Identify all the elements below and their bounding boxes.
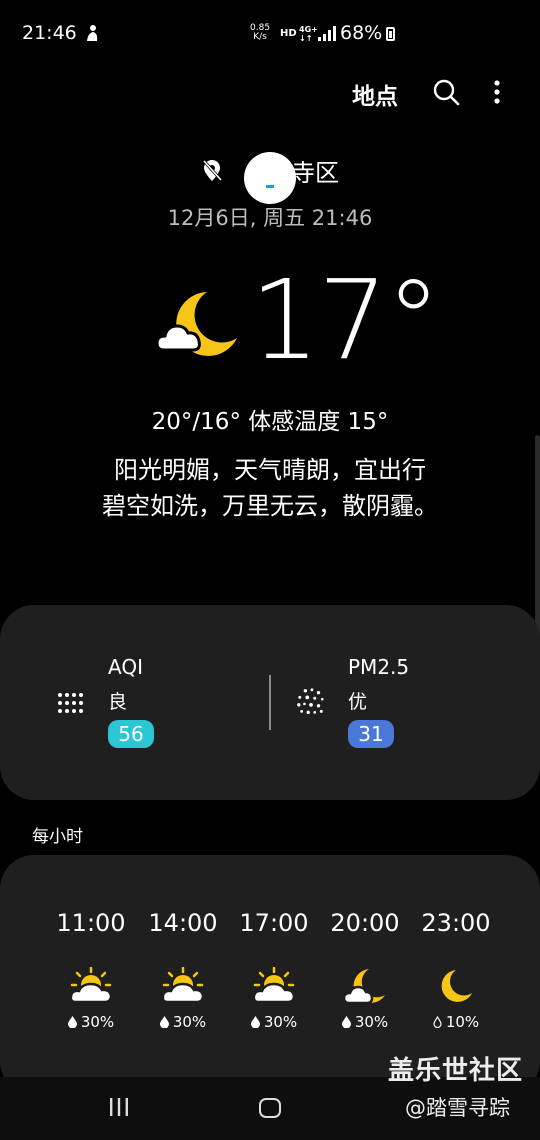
- hour-time: 17:00: [239, 909, 309, 937]
- raindrop-icon: [341, 1016, 351, 1028]
- cloudy-night-icon: [343, 969, 385, 1005]
- home-button[interactable]: [259, 1098, 281, 1118]
- hourly-item: 23:00 10%: [410, 909, 502, 1031]
- precip-row: 30%: [228, 1013, 320, 1031]
- hourly-item: 20:00 30%: [319, 909, 411, 1031]
- precip-row: 30%: [45, 1013, 137, 1031]
- hd-badge: HD: [280, 28, 297, 39]
- aqi-block: AQI 良 56: [108, 655, 154, 748]
- partly-cloudy-day-icon: [161, 967, 205, 1004]
- location-name: 寺区: [291, 159, 339, 187]
- cloudy-night-icon: [155, 292, 237, 356]
- precip-value: 30%: [80, 1013, 115, 1031]
- description-line-1: 阳光明媚，天气晴朗，宜出行: [114, 456, 426, 484]
- hour-time: 14:00: [148, 909, 218, 937]
- more-options-icon[interactable]: [490, 78, 504, 106]
- moon-icon: [441, 970, 472, 1002]
- watermark-title: 盖乐世社区: [388, 1056, 524, 1086]
- hour-time: 11:00: [56, 909, 126, 937]
- watermark-author: @踏雪寻踪: [405, 1096, 510, 1120]
- network-speed: 0.85 K/s: [250, 24, 270, 42]
- precip-value: 10%: [445, 1013, 480, 1031]
- location-datetime: 12月6日, 周五 21:46: [167, 206, 373, 230]
- temp-range-feels-like: 20°/16° 体感温度 15°: [151, 409, 389, 435]
- loading-indicator: [244, 152, 296, 204]
- pm25-particles-icon: [297, 688, 324, 714]
- aqi-dots-icon: [58, 693, 83, 713]
- weather-description: 阳光明媚，天气晴朗，宜出行 碧空如洗，万里无云，散阴霾。: [0, 452, 540, 524]
- precip-row: 30%: [319, 1013, 411, 1031]
- description-line-2: 碧空如洗，万里无云，散阴霾。: [102, 492, 438, 520]
- network-label: 4G+: [299, 25, 318, 34]
- hourly-item: 17:00 30%: [228, 909, 320, 1031]
- notification-icon: [86, 25, 97, 41]
- battery-percent: 68%: [340, 22, 383, 44]
- pm25-level: 优: [348, 691, 368, 713]
- precip-row: 10%: [410, 1013, 502, 1031]
- pm25-block: PM2.5 优 31: [348, 655, 409, 748]
- pm25-title: PM2.5: [348, 655, 410, 679]
- search-icon[interactable]: [432, 78, 460, 106]
- raindrop-icon: [250, 1016, 260, 1028]
- aqi-title: AQI: [108, 655, 143, 679]
- air-quality-card[interactable]: AQI 良 56 PM2.5 优 31: [0, 605, 540, 800]
- precip-value: 30%: [354, 1013, 389, 1031]
- speed-unit: K/s: [253, 32, 267, 42]
- current-temperature: 17°: [250, 256, 441, 384]
- aqi-level: 良: [108, 691, 128, 713]
- hour-time: 23:00: [421, 909, 491, 937]
- card-divider: [269, 675, 271, 730]
- hourly-section-label: 每小时: [32, 827, 83, 847]
- precip-row: 30%: [137, 1013, 229, 1031]
- signal-icon: [318, 26, 336, 41]
- hourly-item: 11:00 30%: [45, 909, 137, 1031]
- raindrop-outline-icon: [433, 1016, 442, 1028]
- precip-value: 30%: [172, 1013, 207, 1031]
- pm25-value-badge: 31: [348, 720, 394, 748]
- recent-apps-icon[interactable]: [108, 1097, 130, 1117]
- data-arrows-icon: ↓↑: [299, 34, 313, 43]
- battery-icon: [386, 27, 395, 41]
- status-bar-left: 21:46: [22, 22, 99, 44]
- aqi-value-badge: 56: [108, 720, 154, 748]
- hourly-item: 14:00 30%: [137, 909, 229, 1031]
- partly-cloudy-day-icon: [252, 967, 296, 1004]
- network-type: 4G+ ↓↑: [299, 25, 318, 43]
- precip-value: 30%: [263, 1013, 298, 1031]
- places-button[interactable]: 地点: [352, 77, 398, 111]
- raindrop-icon: [159, 1016, 169, 1028]
- raindrop-icon: [67, 1016, 77, 1028]
- partly-cloudy-day-icon: [69, 967, 113, 1004]
- hour-time: 20:00: [330, 909, 400, 937]
- status-time: 21:46: [22, 22, 77, 44]
- location-off-icon: [202, 159, 223, 181]
